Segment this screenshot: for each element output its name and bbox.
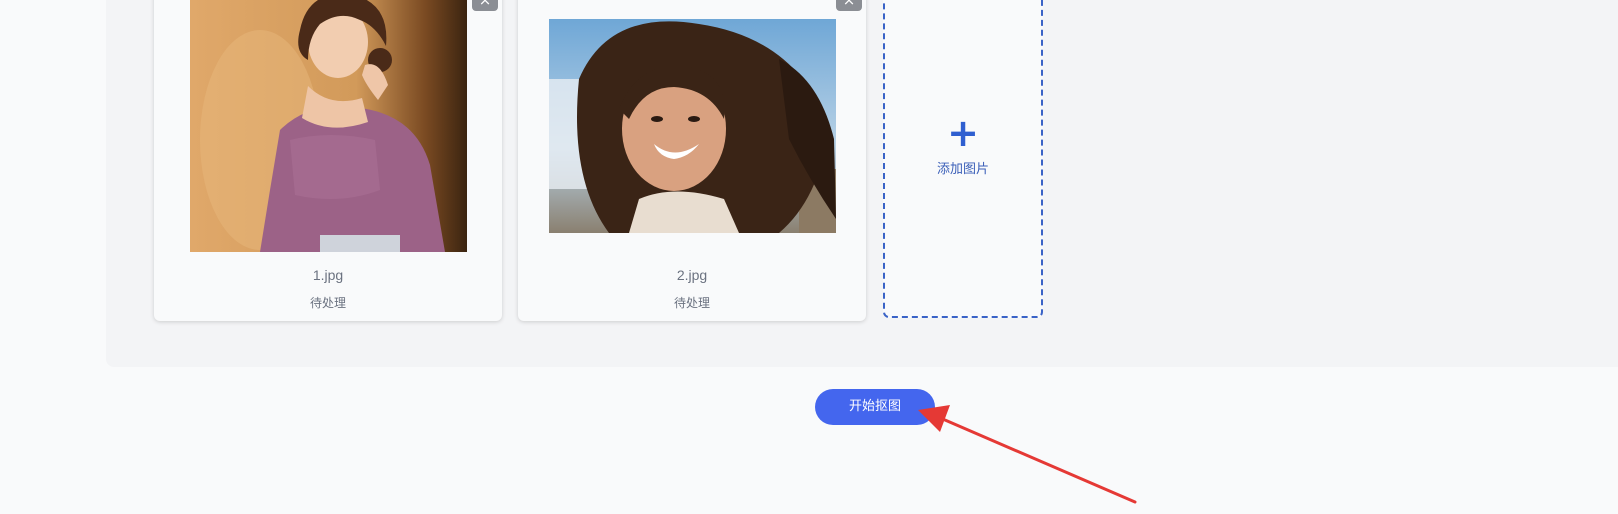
image-filename: 1.jpg [312, 267, 344, 283]
start-cutout-button[interactable]: 开始抠图 [815, 389, 935, 425]
close-icon: × [478, 0, 492, 9]
remove-image-button[interactable]: × [472, 0, 498, 11]
close-icon: × [842, 0, 856, 9]
image-thumbnail[interactable] [549, 19, 836, 233]
image-card: × 2.jpg 待处理 [518, 0, 866, 321]
image-card: × 1.jpg 待处理 [154, 0, 502, 321]
plus-icon: + [947, 111, 979, 155]
page: × 1.jpg 待处理 × 2.jpg 待处理 + 添加图片 开始抠图 [0, 0, 1618, 514]
add-image-button[interactable]: + 添加图片 [883, 0, 1043, 318]
remove-image-button[interactable]: × [836, 0, 862, 11]
image-status: 待处理 [309, 296, 346, 310]
image-filename: 2.jpg [676, 267, 708, 283]
image-thumbnail[interactable] [190, 0, 467, 252]
add-image-label: 添加图片 [936, 162, 989, 177]
image-status: 待处理 [673, 296, 710, 310]
